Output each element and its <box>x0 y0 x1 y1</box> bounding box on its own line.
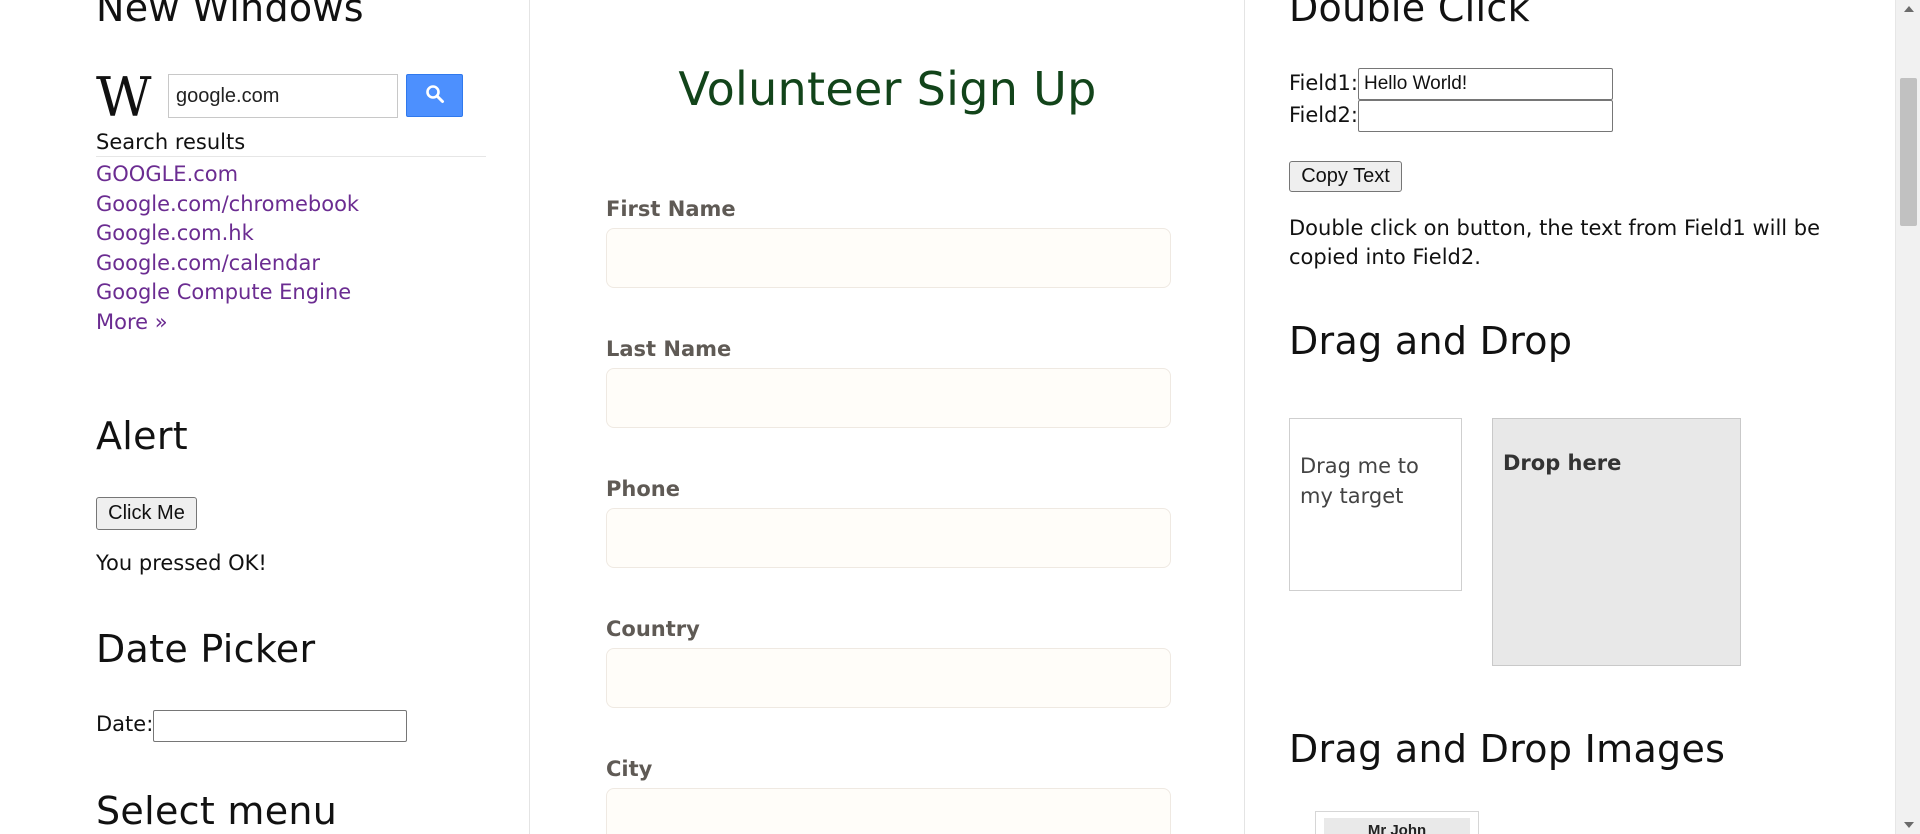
select-menu-heading: Select menu <box>96 789 338 833</box>
search-result-link[interactable]: Google.com.hk <box>96 219 359 249</box>
last-name-label: Last Name <box>606 337 732 361</box>
double-click-heading: Double Click <box>1289 0 1530 30</box>
country-input[interactable] <box>606 648 1171 708</box>
field1-input[interactable] <box>1358 68 1613 100</box>
date-label: Date: <box>96 712 154 736</box>
click-me-button[interactable]: Click Me <box>96 497 197 530</box>
wikipedia-search-input[interactable] <box>168 74 398 118</box>
first-name-input[interactable] <box>606 228 1171 288</box>
double-click-description-line1: Double click on button, the text from Fi… <box>1289 216 1821 240</box>
double-click-description-line2: copied into Field2. <box>1289 245 1481 269</box>
search-icon <box>425 84 445 108</box>
country-label: Country <box>606 617 700 641</box>
drag-and-drop-heading: Drag and Drop <box>1289 319 1573 363</box>
image-card-title: Mr John <box>1324 818 1470 834</box>
field2-label: Field2: <box>1289 103 1358 127</box>
phone-input[interactable] <box>606 508 1171 568</box>
drop-target[interactable]: Drop here <box>1492 418 1741 666</box>
wikipedia-search-button[interactable] <box>406 74 463 117</box>
right-column: Double Click Field1: Field2: Copy Text D… <box>1245 0 1895 834</box>
date-picker-input[interactable] <box>153 710 407 742</box>
search-results-title: Search results <box>96 130 486 157</box>
left-column: New Windows W Search results GOOGLE.com … <box>0 0 530 834</box>
phone-label: Phone <box>606 477 680 501</box>
search-result-link[interactable]: GOOGLE.com <box>96 160 359 190</box>
search-result-link[interactable]: Google.com/chromebook <box>96 190 359 220</box>
volunteer-form-column: Volunteer Sign Up First Name Last Name P… <box>530 0 1245 834</box>
page-scrollbar[interactable] <box>1895 0 1920 834</box>
first-name-label: First Name <box>606 197 736 221</box>
last-name-input[interactable] <box>606 368 1171 428</box>
city-input[interactable] <box>606 788 1171 834</box>
search-result-link[interactable]: Google Compute Engine <box>96 278 359 308</box>
draggable-box[interactable]: Drag me to my target <box>1289 418 1462 591</box>
new-windows-heading: New Windows <box>96 0 364 30</box>
field2-input[interactable] <box>1358 100 1613 132</box>
form-title: Volunteer Sign Up <box>678 62 1097 116</box>
date-picker-heading: Date Picker <box>96 627 316 671</box>
alert-heading: Alert <box>96 414 188 458</box>
field1-label: Field1: <box>1289 71 1358 95</box>
city-label: City <box>606 757 653 781</box>
wikipedia-logo: W <box>96 66 152 129</box>
copy-text-button[interactable]: Copy Text <box>1289 161 1402 192</box>
drag-and-drop-images-heading: Drag and Drop Images <box>1289 727 1726 771</box>
alert-result-text: You pressed OK! <box>96 551 267 575</box>
more-results-link[interactable]: More » <box>96 308 359 338</box>
scroll-down-arrow-icon[interactable] <box>1896 816 1920 834</box>
scroll-up-arrow-icon[interactable] <box>1896 0 1920 18</box>
search-result-link[interactable]: Google.com/calendar <box>96 249 359 279</box>
search-results-list: GOOGLE.com Google.com/chromebook Google.… <box>96 160 359 337</box>
scrollbar-thumb[interactable] <box>1900 78 1917 226</box>
draggable-image-card[interactable]: Mr John <box>1315 811 1479 834</box>
